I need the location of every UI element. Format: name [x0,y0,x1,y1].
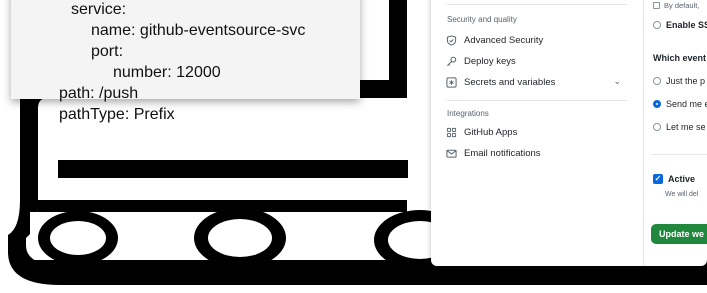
ssl-option[interactable]: Enable SS [653,20,707,30]
event-option-everything[interactable]: Send me e [653,99,707,109]
event-option-individual[interactable]: Let me se [653,122,706,132]
yaml-line: service: [71,1,127,18]
events-heading: Which event [653,53,707,63]
apps-grid-icon [445,126,457,138]
frame-divider [58,160,408,178]
asterisk-square-icon [445,76,457,88]
shield-check-icon [445,34,457,46]
note-checkbox[interactable] [653,2,660,9]
active-note: We will del [665,191,699,198]
event-radio[interactable] [653,123,661,131]
yaml-line: path: /push [59,85,139,102]
settings-sidebar: Security and quality Advanced Security D… [431,0,636,266]
yaml-line: name: github-eventsource-svc [91,22,306,39]
event-option-label: Just the p [666,76,706,86]
form-divider [651,154,707,155]
ssl-option-label: Enable SS [666,20,707,30]
ssl-radio[interactable] [653,21,661,29]
event-radio-selected[interactable] [653,100,661,108]
sidebar-item-label: Advanced Security [464,34,544,46]
yaml-line: port: [91,43,124,60]
event-radio[interactable] [653,77,661,85]
yaml-line: pathType: Prefix [59,106,175,123]
sidebar-item-label: Deploy keys [464,55,516,67]
active-label: Active [668,174,696,184]
sidebar-item-label: GitHub Apps [464,126,518,138]
update-webhook-button[interactable]: Update we [651,224,707,244]
sidebar-item-label: Email notifications [464,147,541,159]
sidebar-item-advanced-security[interactable]: Advanced Security [445,32,635,48]
sidebar-item-github-apps[interactable]: GitHub Apps [445,124,635,140]
webhook-form: By default, Enable SS Which event Just t… [651,0,707,266]
sidebar-divider [447,100,627,101]
event-option-label: Let me se [666,122,706,132]
panel-divider [643,0,644,266]
wheel [38,211,118,265]
active-checkbox-row[interactable]: ✓ Active [653,174,695,184]
sidebar-item-label: Secrets and variables [464,76,556,88]
sidebar-item-deploy-keys[interactable]: Deploy keys [445,53,635,69]
default-note: By default, [653,1,699,10]
wheel [194,208,286,268]
section-label-security: Security and quality [447,15,517,24]
sidebar-item-secrets-and-variables[interactable]: Secrets and variables ⌄ [445,74,635,90]
chevron-down-icon[interactable]: ⌄ [613,76,621,87]
default-note-text: By default, [664,1,700,10]
yaml-snippet-card: service: name: github-eventsource-svc po… [11,0,360,123]
event-option-label: Send me e [666,99,707,109]
repository-settings-panel: Security and quality Advanced Security D… [431,0,707,266]
sidebar-divider [447,4,627,5]
sidebar-item-email-notifications[interactable]: Email notifications [445,145,635,161]
event-option-push[interactable]: Just the p [653,76,705,86]
frame-rail [38,200,407,212]
mail-icon [445,147,457,159]
check-icon[interactable]: ✓ [653,174,663,184]
key-icon [445,55,457,67]
yaml-line: number: 12000 [113,64,221,81]
section-label-integrations: Integrations [447,109,489,118]
